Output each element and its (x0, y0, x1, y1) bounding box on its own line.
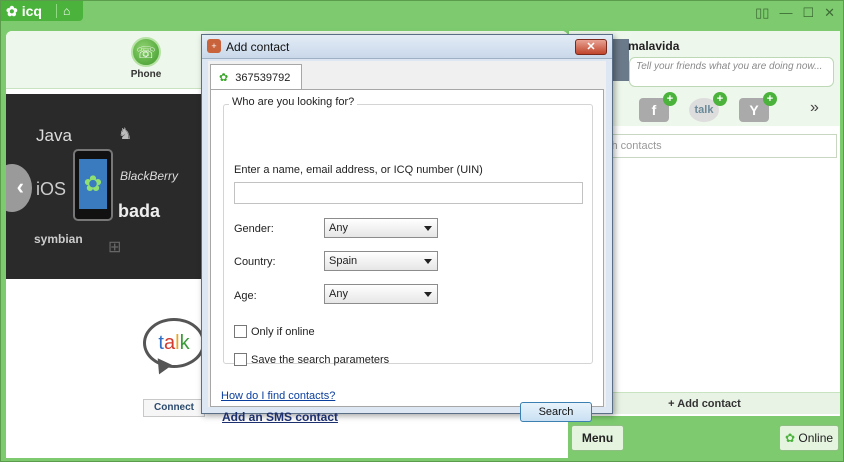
window-controls: ▯▯ — ☐ ✕ (755, 5, 835, 21)
dialog-titlebar[interactable]: + Add contact ✕ (202, 35, 612, 59)
facebook-add-icon[interactable]: f + (639, 92, 677, 122)
icq-flower-icon: ✿ (219, 72, 229, 84)
gender-value: Any (329, 222, 348, 234)
symbian-logo: symbian (34, 232, 83, 246)
icq-flower-icon: ✿ (6, 2, 18, 19)
only-online-checkbox[interactable] (234, 325, 247, 338)
country-select[interactable]: Spain (324, 251, 438, 271)
tab-panel: Who are you looking for? Enter a name, e… (210, 89, 604, 424)
ios-logo: iOS (36, 179, 67, 199)
only-online-label: Only if online (251, 326, 315, 338)
blackberry-logo: BlackBerry (120, 169, 179, 183)
phone-image: ✿ (73, 149, 113, 221)
gender-label: Gender: (234, 223, 274, 235)
icq-logo-tab[interactable]: ✿ icq ⌂ (1, 1, 83, 21)
icq-flower-icon: ✿ (784, 431, 796, 445)
talk-letter: a (163, 332, 176, 354)
name-search-input[interactable] (234, 182, 583, 204)
icq-main-window: ✿ icq ⌂ ▯▯ — ☐ ✕ ☏ Phone Java ♞ iOS Blac… (0, 0, 844, 462)
dialog-title: Add contact (226, 40, 290, 54)
country-value: Spain (329, 255, 358, 267)
chevron-down-icon (424, 226, 432, 231)
dialog-body: ✿ 367539792 Who are you looking for? Ent… (208, 61, 606, 424)
icq-flower-icon: ✿ (79, 159, 107, 209)
online-label: Online (798, 431, 834, 445)
minimize-icon[interactable]: — (779, 5, 792, 21)
age-label: Age: (234, 290, 257, 302)
gtalk-add-icon[interactable]: talk + (689, 92, 727, 122)
plus-icon: + (668, 398, 678, 410)
tab-account[interactable]: ✿ 367539792 (210, 64, 302, 90)
banner-prev-button[interactable]: ‹ (6, 164, 32, 212)
group-label: Who are you looking for? (229, 96, 358, 108)
bada-logo: bada (118, 201, 161, 221)
tab-label: 367539792 (235, 72, 291, 84)
talk-letter: k (179, 332, 190, 354)
phone-label: Phone (130, 69, 162, 80)
dialog-close-button[interactable]: ✕ (575, 39, 607, 55)
online-status-button[interactable]: ✿ Online (779, 425, 839, 451)
more-services-icon[interactable]: » (810, 99, 819, 117)
chevron-down-icon (424, 259, 432, 264)
service-icons: f + talk + Y + (639, 92, 777, 122)
add-contact-icon: + (207, 39, 221, 53)
connect-button[interactable]: Connect (143, 399, 205, 417)
chevron-down-icon (424, 292, 432, 297)
help-link[interactable]: How do I find contacts? (221, 390, 335, 402)
name-prompt-label: Enter a name, email address, or ICQ numb… (234, 164, 483, 176)
save-params-label: Save the search parameters (251, 354, 390, 366)
android-icon: ♞ (118, 126, 133, 143)
add-sms-contact-link[interactable]: Add an SMS contact (222, 410, 338, 424)
search-contacts-input[interactable]: ch contacts (601, 134, 837, 158)
yahoo-add-icon[interactable]: Y + (739, 92, 777, 122)
add-contact-dialog: + Add contact ✕ ✿ 367539792 Who are you … (201, 34, 613, 424)
home-icon[interactable]: ⌂ (55, 4, 70, 18)
maximize-icon[interactable]: ☐ (802, 5, 814, 21)
phone-icon: ☏ (131, 37, 161, 67)
windows-icon: ⊞ (108, 239, 122, 256)
gender-select[interactable]: Any (324, 218, 438, 238)
java-logo: Java (36, 126, 72, 145)
country-label: Country: (234, 256, 276, 268)
compact-view-icon[interactable]: ▯▯ (755, 5, 769, 21)
username: malavida (628, 39, 680, 53)
app-logo-text: icq (21, 3, 42, 19)
phone-button[interactable]: ☏ Phone (126, 37, 166, 80)
close-icon[interactable]: ✕ (824, 5, 835, 21)
save-params-checkbox[interactable] (234, 353, 247, 366)
google-talk-logo: talk (143, 318, 205, 368)
age-value: Any (329, 288, 348, 300)
search-button[interactable]: Search (520, 402, 592, 422)
age-select[interactable]: Any (324, 284, 438, 304)
status-input[interactable]: Tell your friends what you are doing now… (629, 57, 834, 87)
menu-button[interactable]: Menu (571, 425, 624, 451)
add-contact-label: Add contact (677, 398, 741, 410)
